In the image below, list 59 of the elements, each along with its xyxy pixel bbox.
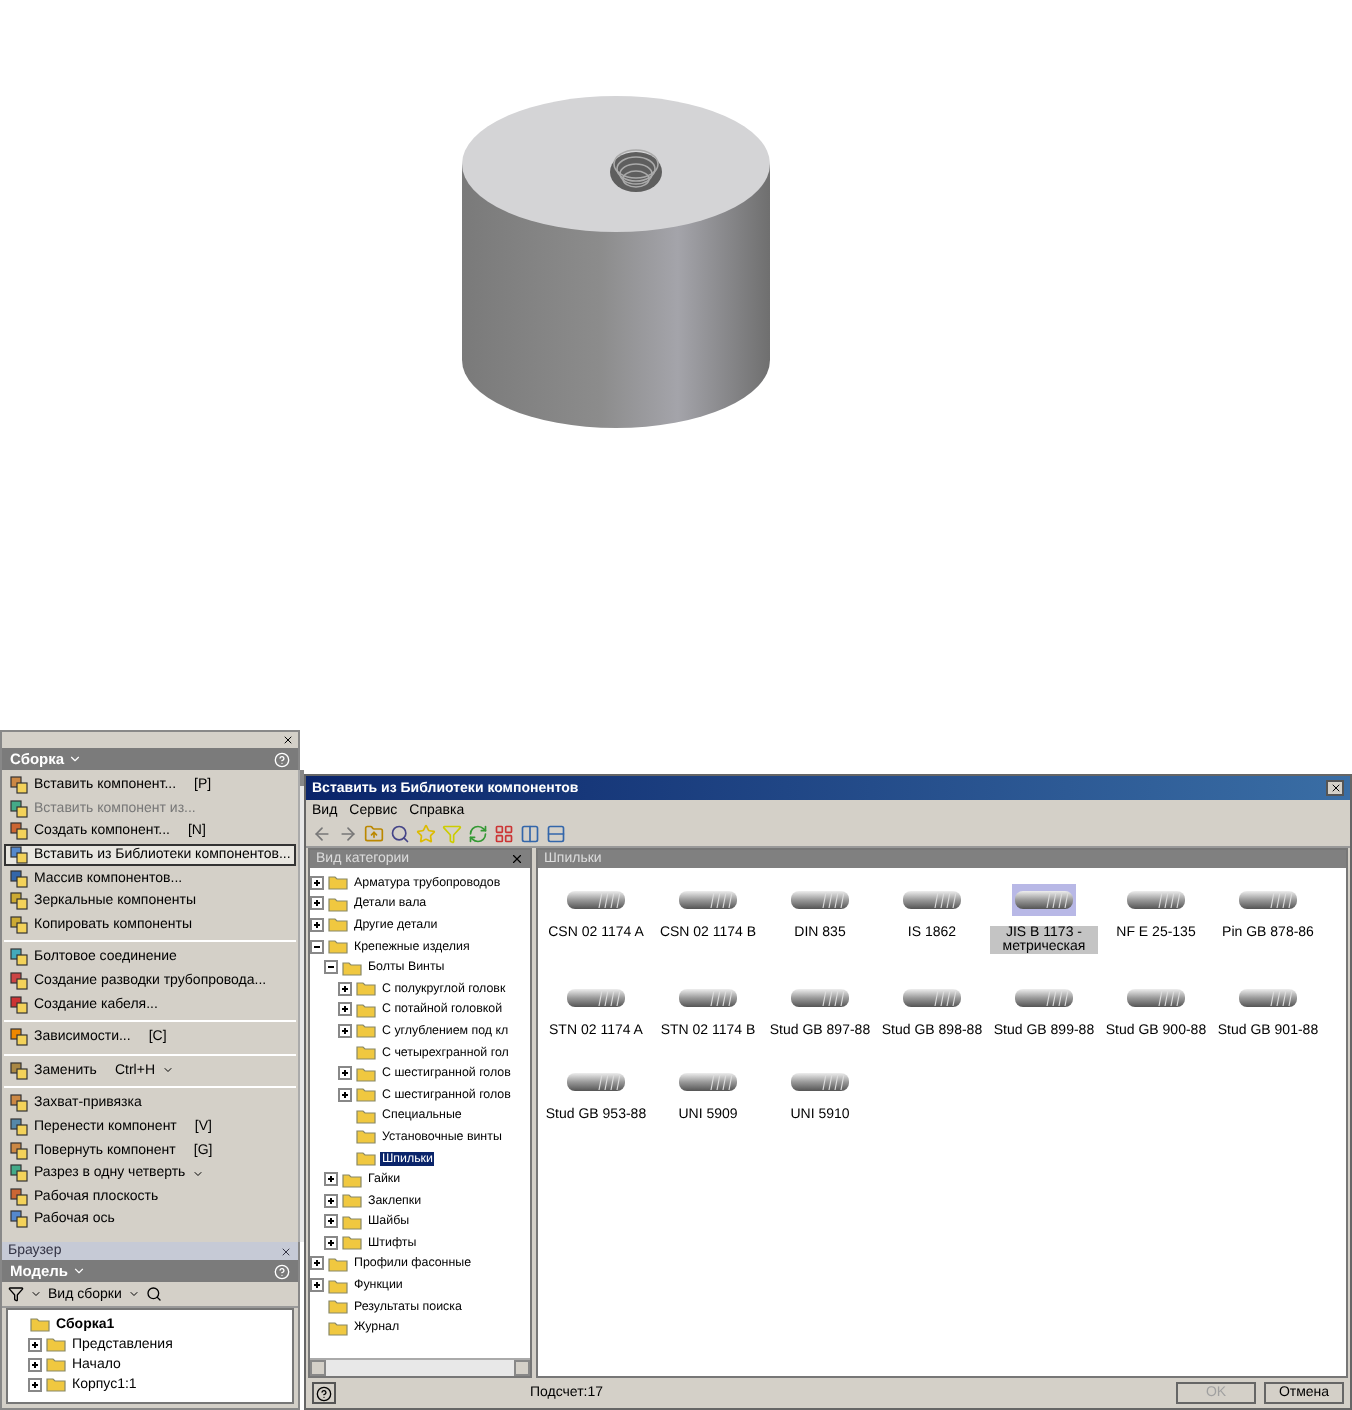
expand-toggle[interactable] bbox=[324, 1235, 338, 1250]
expand-toggle[interactable] bbox=[28, 1377, 42, 1391]
expand-toggle[interactable] bbox=[28, 1337, 42, 1351]
expand-toggle[interactable] bbox=[324, 960, 338, 975]
stud-icon bbox=[1014, 988, 1074, 1008]
caret-icon[interactable] bbox=[68, 752, 83, 766]
expand-toggle[interactable] bbox=[338, 1023, 352, 1038]
stud-icon bbox=[902, 988, 962, 1008]
expand-toggle[interactable] bbox=[310, 917, 324, 932]
caret-icon[interactable] bbox=[127, 1288, 140, 1300]
expand-toggle[interactable] bbox=[324, 1214, 338, 1229]
scrollbar[interactable] bbox=[310, 1358, 530, 1376]
caret-icon[interactable] bbox=[30, 1288, 42, 1300]
expand-toggle[interactable] bbox=[338, 981, 352, 996]
filter-icon[interactable] bbox=[8, 1286, 24, 1302]
close-icon[interactable] bbox=[282, 734, 294, 746]
stud-icon bbox=[678, 890, 738, 910]
stud-icon bbox=[1126, 890, 1186, 910]
expand-toggle[interactable] bbox=[310, 1278, 324, 1293]
expand-toggle[interactable] bbox=[310, 1256, 324, 1271]
expand-toggle[interactable] bbox=[310, 939, 324, 954]
grid-view-icon[interactable] bbox=[494, 823, 514, 843]
stud-icon bbox=[790, 988, 850, 1008]
stud-icon bbox=[566, 988, 626, 1008]
forward-icon[interactable] bbox=[338, 823, 358, 843]
expand-toggle[interactable] bbox=[324, 1172, 338, 1187]
caret-icon[interactable] bbox=[72, 1264, 87, 1278]
expand-toggle[interactable] bbox=[28, 1357, 42, 1371]
stud-icon bbox=[678, 1072, 738, 1092]
scrollbar[interactable] bbox=[298, 770, 305, 1242]
close-icon[interactable] bbox=[280, 1245, 292, 1257]
expand-toggle[interactable] bbox=[338, 1066, 352, 1081]
search-icon[interactable] bbox=[390, 823, 410, 843]
expand-toggle[interactable] bbox=[310, 875, 324, 890]
help-icon[interactable] bbox=[274, 1263, 290, 1279]
stud-icon bbox=[790, 890, 850, 910]
stud-icon bbox=[566, 890, 626, 910]
help-icon[interactable] bbox=[274, 751, 290, 767]
stud-icon bbox=[790, 1072, 850, 1092]
stud-icon bbox=[1126, 988, 1186, 1008]
help-button[interactable] bbox=[312, 1382, 336, 1404]
stud-icon bbox=[1014, 890, 1074, 910]
expand-toggle[interactable] bbox=[338, 1087, 352, 1102]
stud-icon bbox=[1238, 988, 1298, 1008]
expand-toggle[interactable] bbox=[324, 1193, 338, 1208]
star-icon[interactable] bbox=[416, 823, 436, 843]
expand-toggle[interactable] bbox=[338, 1002, 352, 1017]
stud-icon bbox=[902, 890, 962, 910]
columns-icon[interactable] bbox=[520, 823, 540, 843]
caret-icon bbox=[191, 1167, 204, 1180]
search-icon[interactable] bbox=[145, 1286, 162, 1302]
caret-icon bbox=[161, 1064, 173, 1077]
rows-icon[interactable] bbox=[546, 823, 566, 843]
expand-toggle[interactable] bbox=[310, 896, 324, 911]
stud-icon bbox=[566, 1072, 626, 1092]
back-icon[interactable] bbox=[312, 823, 332, 843]
stud-icon bbox=[678, 988, 738, 1008]
close-button[interactable] bbox=[1326, 780, 1344, 796]
stud-icon bbox=[1238, 890, 1298, 910]
